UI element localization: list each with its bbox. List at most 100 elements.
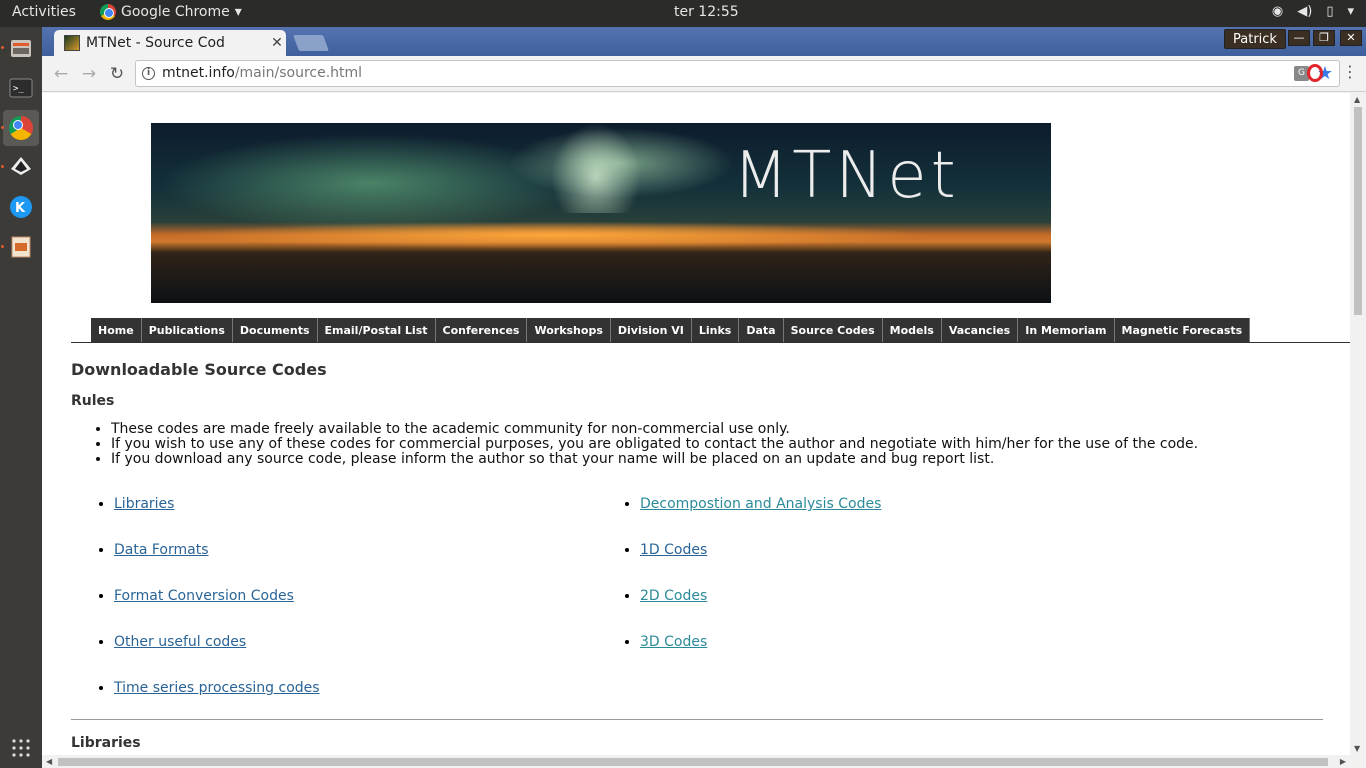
rules-list: These codes are made freely available to…	[111, 422, 1198, 467]
browser-tab[interactable]: MTNet - Source Cod ✕	[54, 30, 286, 56]
aurora-glow	[551, 123, 641, 213]
info-icon[interactable]: i	[142, 67, 155, 80]
list-item: Other useful codes	[114, 635, 320, 681]
chrome-icon	[9, 116, 33, 140]
svg-text:K: K	[15, 201, 26, 216]
app-menu-label: Google Chrome	[121, 4, 230, 20]
list-item: 1D Codes	[640, 543, 881, 589]
reload-button[interactable]: ↻	[107, 64, 127, 84]
minimize-button[interactable]: —	[1288, 30, 1310, 46]
nav-item-source-codes[interactable]: Source Codes	[783, 318, 883, 343]
site-banner: MTNet	[151, 123, 1051, 303]
wifi-icon: ◉	[1271, 4, 1284, 19]
launcher-impress[interactable]	[1, 229, 39, 265]
nav-item-home[interactable]: Home	[91, 318, 142, 343]
terminal-icon: >_	[9, 78, 33, 98]
launcher-terminal[interactable]: >_	[3, 70, 39, 106]
launcher-inkscape[interactable]	[1, 149, 39, 185]
chevron-down-icon: ▾	[1347, 4, 1354, 19]
nav-item-documents[interactable]: Documents	[232, 318, 318, 343]
new-tab-button[interactable]	[293, 35, 329, 51]
launcher-chrome[interactable]	[1, 110, 39, 146]
grid-icon	[12, 739, 30, 757]
rule-item: These codes are made freely available to…	[111, 422, 1198, 437]
source-links-right: Decompostion and Analysis Codes 1D Codes 2…	[640, 497, 881, 681]
back-button[interactable]: ←	[51, 64, 71, 84]
url-path: /main/source.html	[234, 65, 363, 81]
window-close-button[interactable]: ✕	[1340, 30, 1362, 46]
link-other-useful-codes[interactable]: Other useful codes	[114, 634, 246, 650]
chevron-down-icon: ▾	[234, 4, 242, 20]
list-item: 3D Codes	[640, 635, 881, 681]
profile-button[interactable]: Patrick	[1224, 29, 1286, 49]
nav-item-email-postal-list[interactable]: Email/Postal List	[317, 318, 436, 343]
vertical-scrollbar[interactable]: ▲ ▼	[1350, 93, 1366, 755]
libraries-heading: Libraries	[71, 735, 141, 751]
scroll-down-icon[interactable]: ▼	[1354, 744, 1360, 753]
list-item: Time series processing codes	[114, 681, 320, 727]
scroll-left-icon[interactable]: ◀	[46, 757, 52, 766]
scroll-right-icon[interactable]: ▶	[1340, 757, 1346, 766]
favicon-icon	[64, 35, 80, 51]
site-nav: Home Publications Documents Email/Postal Li…	[91, 318, 1251, 343]
scroll-up-icon[interactable]: ▲	[1354, 95, 1360, 104]
list-item: Decompostion and Analysis Codes	[640, 497, 881, 543]
launcher-kde-app[interactable]: K	[3, 189, 39, 225]
address-bar[interactable]: i mtnet.info/main/source.html G ★	[135, 60, 1340, 87]
link-1d-codes[interactable]: 1D Codes	[640, 542, 707, 558]
forward-button[interactable]: →	[79, 64, 99, 84]
link-time-series-processing-codes[interactable]: Time series processing codes	[114, 680, 320, 696]
link-data-formats[interactable]: Data Formats	[114, 542, 209, 558]
clock[interactable]: ter 12:55	[674, 4, 739, 20]
page-title: Downloadable Source Codes	[71, 360, 327, 379]
opera-extension-icon[interactable]	[1307, 64, 1323, 82]
nav-item-magnetic-forecasts[interactable]: Magnetic Forecasts	[1114, 318, 1251, 343]
system-tray[interactable]: ◉ ◀) ▯ ▾	[1272, 4, 1354, 19]
nav-item-links[interactable]: Links	[691, 318, 740, 343]
rule-item: If you download any source code, please …	[111, 452, 1198, 467]
maximize-button[interactable]: ❐	[1313, 30, 1335, 46]
launcher-files[interactable]	[1, 30, 39, 66]
list-item: Libraries	[114, 497, 320, 543]
vertical-scroll-thumb[interactable]	[1354, 107, 1362, 315]
system-top-bar: Activities Google Chrome ▾ ter 12:55 ◉ ◀…	[0, 0, 1366, 27]
nav-item-publications[interactable]: Publications	[141, 318, 233, 343]
source-links-left: Libraries Data Formats Format Conversion C…	[114, 497, 320, 727]
link-libraries[interactable]: Libraries	[114, 496, 174, 512]
tab-title: MTNet - Source Cod	[86, 35, 225, 51]
page-viewport: MTNet Home Publications Documents Email/Pos…	[42, 93, 1350, 755]
browser-toolbar: ← → ↻ i mtnet.info/main/source.html G ★ …	[42, 56, 1366, 92]
battery-icon: ▯	[1326, 4, 1334, 19]
section-divider	[71, 719, 1323, 720]
nav-item-conferences[interactable]: Conferences	[435, 318, 528, 343]
link-format-conversion-codes[interactable]: Format Conversion Codes	[114, 588, 294, 604]
nav-underline	[71, 342, 1350, 343]
link-2d-codes[interactable]: 2D Codes	[640, 588, 707, 604]
volume-icon: ◀)	[1297, 4, 1313, 19]
inkscape-icon	[11, 157, 31, 175]
rules-heading: Rules	[71, 393, 115, 409]
nav-item-workshops[interactable]: Workshops	[527, 318, 611, 343]
list-item: 2D Codes	[640, 589, 881, 635]
link-3d-codes[interactable]: 3D Codes	[640, 634, 707, 650]
nav-item-in-memoriam[interactable]: In Memoriam	[1018, 318, 1115, 343]
nav-item-vacancies[interactable]: Vacancies	[941, 318, 1019, 343]
launcher: >_ K	[0, 27, 42, 768]
nav-item-models[interactable]: Models	[882, 318, 942, 343]
nav-item-data[interactable]: Data	[739, 318, 784, 343]
browser-menu-button[interactable]: ⋮	[1342, 62, 1358, 81]
nav-item-division-vi[interactable]: Division VI	[610, 318, 692, 343]
app-menu[interactable]: Google Chrome ▾	[100, 4, 242, 20]
files-icon	[11, 40, 31, 57]
launcher-show-apps[interactable]	[3, 730, 39, 766]
link-decompostion-and-analysis-codes[interactable]: Decompostion and Analysis Codes	[640, 496, 881, 512]
activities-button[interactable]: Activities	[12, 4, 76, 20]
horizontal-scroll-thumb[interactable]	[58, 758, 1328, 766]
close-icon[interactable]: ✕	[268, 35, 286, 51]
svg-text:>_: >_	[13, 84, 24, 94]
list-item: Data Formats	[114, 543, 320, 589]
list-item: Format Conversion Codes	[114, 589, 320, 635]
tab-strip: MTNet - Source Cod ✕ Patrick — ❐ ✕	[42, 27, 1366, 56]
horizontal-scrollbar[interactable]: ◀ ▶	[42, 755, 1350, 768]
rule-item: If you wish to use any of these codes fo…	[111, 437, 1198, 452]
